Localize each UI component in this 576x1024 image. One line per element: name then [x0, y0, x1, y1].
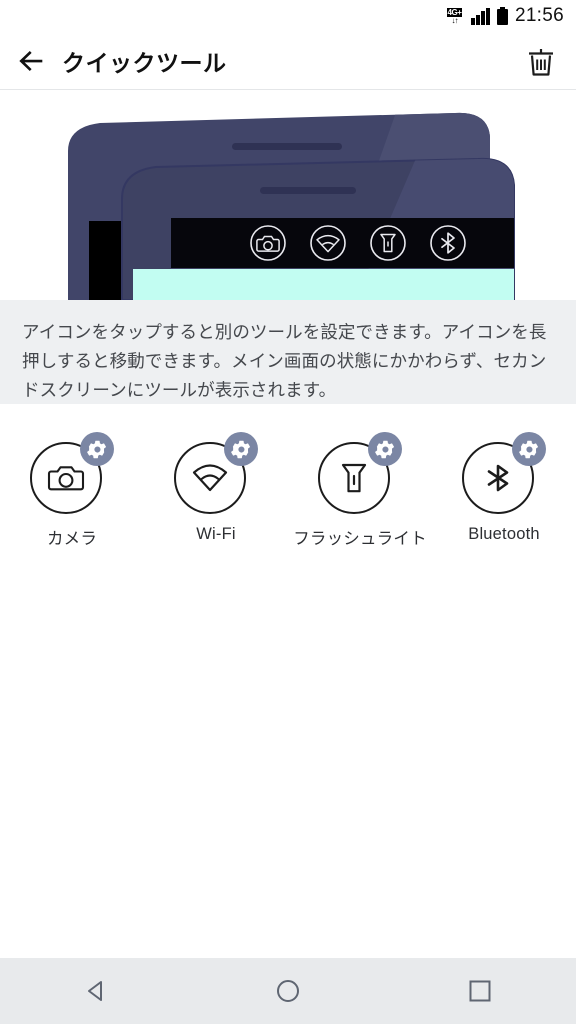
- wifi-icon: [192, 464, 228, 492]
- nav-back-button[interactable]: [36, 958, 156, 1024]
- description-text: アイコンをタップすると別のツールを設定できます。アイコンを長押しすると移動できま…: [22, 322, 547, 400]
- phone-screen-area: [133, 269, 514, 300]
- description-panel: アイコンをタップすると別のツールを設定できます。アイコンを長押しすると移動できま…: [0, 300, 576, 404]
- status-bar: 4G+ ↓↑ 21:56: [0, 0, 576, 32]
- gear-icon: [374, 440, 394, 458]
- status-bar-clock: 21:56: [514, 5, 564, 26]
- gear-icon: [518, 440, 538, 458]
- tool-label: Wi-Fi: [196, 525, 236, 543]
- signal-bars-icon: [471, 7, 490, 25]
- bluetooth-settings-badge[interactable]: [512, 432, 546, 466]
- tool-label: フラッシュライト: [293, 530, 427, 548]
- phone-screen: 4G+ ↓↑ 21:56 クイックツール アイコンをタップすると別のツールを設定…: [0, 0, 576, 1024]
- left-bezel-strip: [89, 221, 121, 300]
- trash-icon: [529, 49, 553, 76]
- gear-icon: [86, 440, 106, 458]
- tool-item-bluetooth[interactable]: Bluetooth: [432, 432, 576, 549]
- tool-item-flashlight[interactable]: フラッシュライト: [288, 432, 432, 549]
- tool-label: カメラ: [46, 530, 98, 548]
- camera-settings-badge[interactable]: [80, 432, 114, 466]
- flashlight-icon: [341, 463, 367, 493]
- nav-recents-button[interactable]: [420, 958, 540, 1024]
- back-arrow-icon: [19, 50, 43, 71]
- tool-item-camera[interactable]: カメラ: [0, 432, 144, 549]
- bluetooth-icon: [487, 464, 509, 492]
- nav-home-circle-icon: [277, 980, 299, 1002]
- earpiece-speaker-back: [232, 143, 342, 150]
- wifi-settings-badge[interactable]: [224, 432, 258, 466]
- gear-icon: [230, 440, 250, 458]
- app-header: クイックツール: [0, 32, 576, 90]
- second-screen-strip: [171, 218, 514, 268]
- second-screen-phone-illustration: [0, 91, 576, 300]
- earpiece-speaker-front: [260, 187, 356, 194]
- tool-label: Bluetooth: [468, 525, 540, 543]
- nav-home-button[interactable]: [228, 958, 348, 1024]
- page-title: クイックツール: [62, 49, 227, 76]
- tool-grid: カメラ Wi-Fi フラッシュライト Bluetooth: [0, 404, 576, 549]
- back-button[interactable]: [0, 32, 62, 90]
- nav-recents-square-icon: [469, 980, 491, 1002]
- android-nav-bar: [0, 958, 576, 1024]
- camera-icon: [47, 466, 85, 491]
- delete-button[interactable]: [520, 41, 562, 83]
- nav-back-triangle-icon: [88, 981, 102, 1001]
- tool-item-wifi[interactable]: Wi-Fi: [144, 432, 288, 549]
- network-traffic-arrows: ↓↑: [451, 16, 458, 25]
- flashlight-settings-badge[interactable]: [368, 432, 402, 466]
- network-4g-icon: 4G+ ↓↑: [444, 8, 464, 25]
- battery-full-icon: [496, 7, 508, 25]
